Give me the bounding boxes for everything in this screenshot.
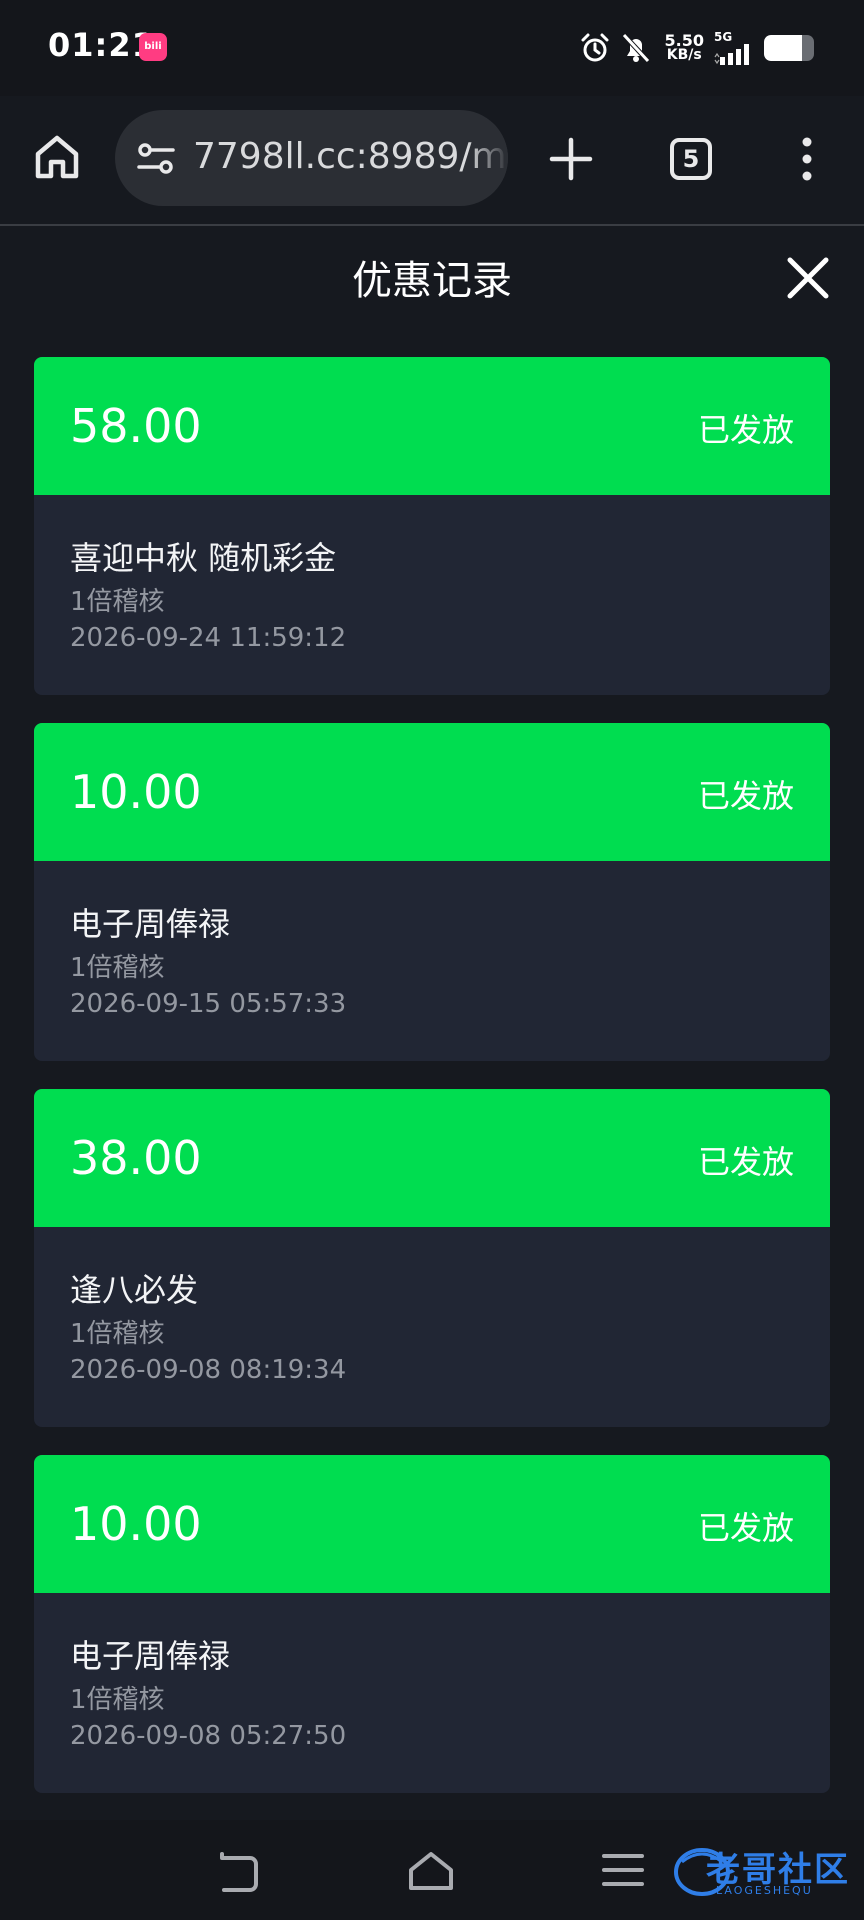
record-card[interactable]: 58.00 已发放 喜迎中秋 随机彩金 1倍稽核 2026-09-24 11:5… <box>34 357 830 695</box>
bilibili-app-icon: bili <box>139 33 167 61</box>
network-speed: 5.50 KB/s <box>665 33 704 63</box>
watermark-logo: 老哥社区 LAOGESHEQU <box>672 1840 852 1904</box>
record-wager: 1倍稽核 <box>70 1685 165 1715</box>
record-amount: 10.00 <box>70 1497 202 1551</box>
mute-bell-icon <box>621 33 650 63</box>
record-name: 电子周俸禄 <box>70 1637 231 1675</box>
network-type: 5G <box>714 30 733 44</box>
record-time: 2026-09-08 05:27:50 <box>70 1721 347 1751</box>
recent-apps-icon[interactable] <box>600 1850 646 1890</box>
status-bar: 01:21 bili 5.50 KB/s 5G <box>0 0 864 96</box>
plus-icon[interactable] <box>546 134 596 184</box>
tab-count: 5 <box>682 145 700 173</box>
record-header: 58.00 已发放 <box>34 357 830 495</box>
close-icon[interactable] <box>784 254 832 302</box>
home-icon[interactable] <box>32 132 82 182</box>
record-header: 38.00 已发放 <box>34 1089 830 1227</box>
address-bar[interactable]: 7798ll.cc:8989/m <box>115 110 508 206</box>
record-name: 逢八必发 <box>70 1271 199 1309</box>
record-status: 已发放 <box>697 1143 794 1181</box>
status-icons: 5.50 KB/s 5G <box>579 28 814 68</box>
record-time: 2026-09-08 08:19:34 <box>70 1355 347 1385</box>
record-time: 2026-09-15 05:57:33 <box>70 989 347 1019</box>
browser-toolbar: 7798ll.cc:8989/m 5 <box>0 96 864 226</box>
tabs-button[interactable]: 5 <box>670 138 712 180</box>
record-card[interactable]: 10.00 已发放 电子周俸禄 1倍稽核 2026-09-15 05:57:33 <box>34 723 830 1061</box>
record-amount: 10.00 <box>70 765 202 819</box>
nav-home-icon[interactable] <box>406 1848 456 1894</box>
signal-icon <box>714 44 749 65</box>
record-wager: 1倍稽核 <box>70 1319 165 1349</box>
record-list: 58.00 已发放 喜迎中秋 随机彩金 1倍稽核 2026-09-24 11:5… <box>34 357 830 1821</box>
back-icon[interactable] <box>214 1850 260 1896</box>
battery-icon <box>764 35 814 61</box>
record-body: 电子周俸禄 1倍稽核 2026-09-08 05:27:50 <box>34 1593 830 1793</box>
record-amount: 58.00 <box>70 399 202 453</box>
record-status: 已发放 <box>697 411 794 449</box>
record-body: 喜迎中秋 随机彩金 1倍稽核 2026-09-24 11:59:12 <box>34 495 830 695</box>
record-status: 已发放 <box>697 777 794 815</box>
record-card[interactable]: 38.00 已发放 逢八必发 1倍稽核 2026-09-08 08:19:34 <box>34 1089 830 1427</box>
site-settings-icon[interactable] <box>135 138 177 180</box>
speed-unit: KB/s <box>666 47 702 63</box>
record-status: 已发放 <box>697 1509 794 1547</box>
record-body: 电子周俸禄 1倍稽核 2026-09-15 05:57:33 <box>34 861 830 1061</box>
record-time: 2026-09-24 11:59:12 <box>70 623 347 653</box>
url-fade <box>468 110 508 206</box>
watermark-subtext: LAOGESHEQU <box>716 1884 813 1897</box>
record-name: 电子周俸禄 <box>70 905 231 943</box>
record-body: 逢八必发 1倍稽核 2026-09-08 08:19:34 <box>34 1227 830 1427</box>
url-text[interactable]: 7798ll.cc:8989/m <box>193 136 507 177</box>
signal-group: 5G <box>714 31 754 65</box>
battery-fill <box>764 35 802 61</box>
record-name: 喜迎中秋 随机彩金 <box>70 539 337 577</box>
speed-value: 5.50 <box>664 31 704 50</box>
alarm-icon <box>581 33 609 62</box>
record-header: 10.00 已发放 <box>34 1455 830 1593</box>
page-title: 优惠记录 <box>352 258 512 304</box>
record-wager: 1倍稽核 <box>70 953 165 983</box>
record-amount: 38.00 <box>70 1131 202 1185</box>
record-wager: 1倍稽核 <box>70 587 165 617</box>
record-header: 10.00 已发放 <box>34 723 830 861</box>
record-card[interactable]: 10.00 已发放 电子周俸禄 1倍稽核 2026-09-08 05:27:50 <box>34 1455 830 1793</box>
more-vert-icon[interactable] <box>797 134 817 184</box>
